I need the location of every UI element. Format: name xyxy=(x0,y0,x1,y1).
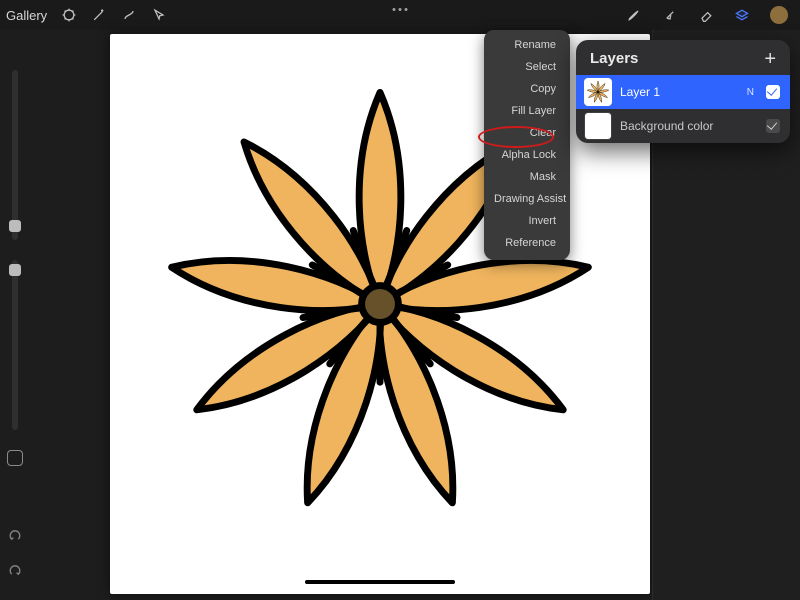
undo-redo-group xyxy=(7,528,23,584)
modify-menu-icon[interactable] xyxy=(393,8,408,11)
layer-name: Layer 1 xyxy=(620,85,739,99)
wand-icon[interactable] xyxy=(91,7,107,23)
opacity-slider[interactable] xyxy=(12,260,18,430)
ctx-copy[interactable]: Copy xyxy=(484,78,570,100)
brush-size-thumb[interactable] xyxy=(9,220,21,232)
brush-size-slider[interactable] xyxy=(12,70,18,240)
eraser-icon[interactable] xyxy=(698,7,714,23)
opacity-thumb[interactable] xyxy=(9,264,21,276)
gallery-button[interactable]: Gallery xyxy=(6,8,47,23)
modify-square-button[interactable] xyxy=(7,450,23,466)
left-rail xyxy=(0,40,30,600)
ctx-alpha-lock[interactable]: Alpha Lock xyxy=(484,144,570,166)
adjustments-icon[interactable] xyxy=(61,7,77,23)
layer-row-1[interactable]: Layer 1 N xyxy=(576,75,790,109)
layer-blend-mode[interactable]: N xyxy=(747,87,754,98)
cursor-icon[interactable] xyxy=(151,7,167,23)
add-layer-button[interactable]: + xyxy=(764,52,776,66)
undo-icon[interactable] xyxy=(7,528,23,549)
layer-thumb-flower xyxy=(584,78,612,106)
layers-panel: Layers + xyxy=(576,40,790,143)
top-toolbar: Gallery xyxy=(0,0,800,30)
ctx-clear[interactable]: Clear xyxy=(484,122,570,144)
layers-icon[interactable] xyxy=(734,7,750,23)
layer-name: Background color xyxy=(620,119,758,133)
app-root: Gallery xyxy=(0,0,800,600)
color-swatch[interactable] xyxy=(770,6,788,24)
ctx-mask[interactable]: Mask xyxy=(484,166,570,188)
layer-row-background[interactable]: Background color xyxy=(576,109,790,143)
layer-context-menu: Rename Select Copy Fill Layer Clear Alph… xyxy=(484,30,570,260)
smudge-icon[interactable] xyxy=(662,7,678,23)
layers-panel-title: Layers xyxy=(590,50,638,67)
layer-thumb-background xyxy=(584,112,612,140)
redo-icon[interactable] xyxy=(7,563,23,584)
layer-visibility-checkbox[interactable] xyxy=(766,85,780,99)
layers-panel-header: Layers + xyxy=(576,40,790,75)
ctx-select[interactable]: Select xyxy=(484,56,570,78)
ctx-invert[interactable]: Invert xyxy=(484,210,570,232)
ctx-rename[interactable]: Rename xyxy=(484,34,570,56)
s-curve-icon[interactable] xyxy=(121,7,137,23)
ctx-fill-layer[interactable]: Fill Layer xyxy=(484,100,570,122)
home-indicator xyxy=(305,580,455,584)
brush-icon[interactable] xyxy=(626,7,642,23)
layer-visibility-checkbox[interactable] xyxy=(766,119,780,133)
ctx-drawing-assist[interactable]: Drawing Assist xyxy=(484,188,570,210)
ctx-reference[interactable]: Reference xyxy=(484,232,570,254)
toolbar-left-group: Gallery xyxy=(6,7,167,23)
toolbar-right-group xyxy=(626,6,794,24)
